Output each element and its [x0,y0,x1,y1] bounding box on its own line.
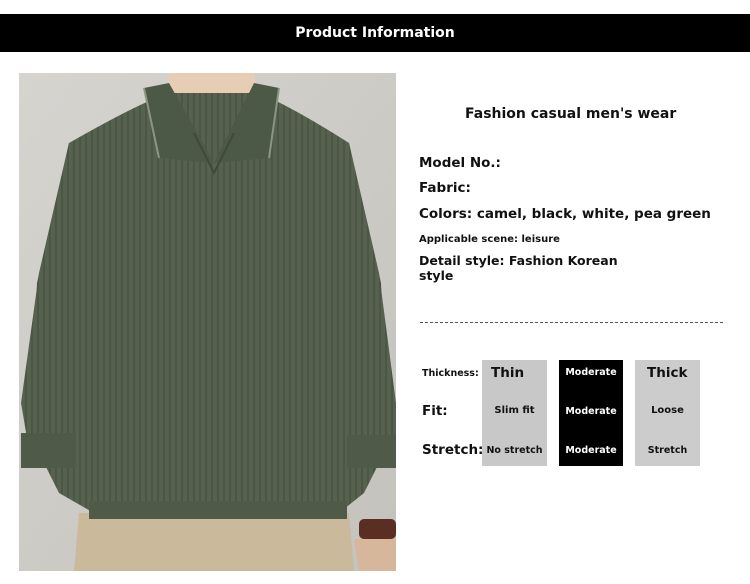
slim-fit-option: Slim fit [494,405,535,416]
colors: Colors: camel, black, white, pea green [419,206,711,222]
moderate-stretch-option: Moderate [565,445,617,456]
detail-style-cont: style [419,268,454,283]
attribute-column-high: Thick Loose Stretch [635,360,700,466]
model-number: Model No.: [419,155,501,171]
stretch-option: Stretch [647,445,688,456]
dashed-divider [420,322,723,323]
moderate-fit-option: Moderate [565,406,617,417]
no-stretch-option: No stretch [486,445,543,456]
fit-label: Fit: [422,403,448,419]
product-subtitle: Fashion casual men's wear [465,106,677,122]
attribute-column-mid: Moderate Moderate Moderate [559,360,623,466]
thick-option: Thick [647,365,688,381]
applicable-scene: Applicable scene: leisure [419,234,560,245]
fabric: Fabric: [419,180,471,196]
thickness-label: Thickness: [422,368,479,379]
moderate-thickness-option: Moderate [565,367,617,378]
stretch-label: Stretch: [422,442,484,458]
loose-option: Loose [651,405,684,416]
attribute-column-low: Thin Slim fit No stretch [482,360,547,466]
product-photo [19,73,396,571]
header-title: Product Information [295,25,455,41]
detail-style: Detail style: Fashion Korean [419,253,618,268]
green-polo-shirt-icon [19,73,396,571]
thin-option: Thin [491,365,525,381]
header-bar: Product Information [0,14,750,52]
